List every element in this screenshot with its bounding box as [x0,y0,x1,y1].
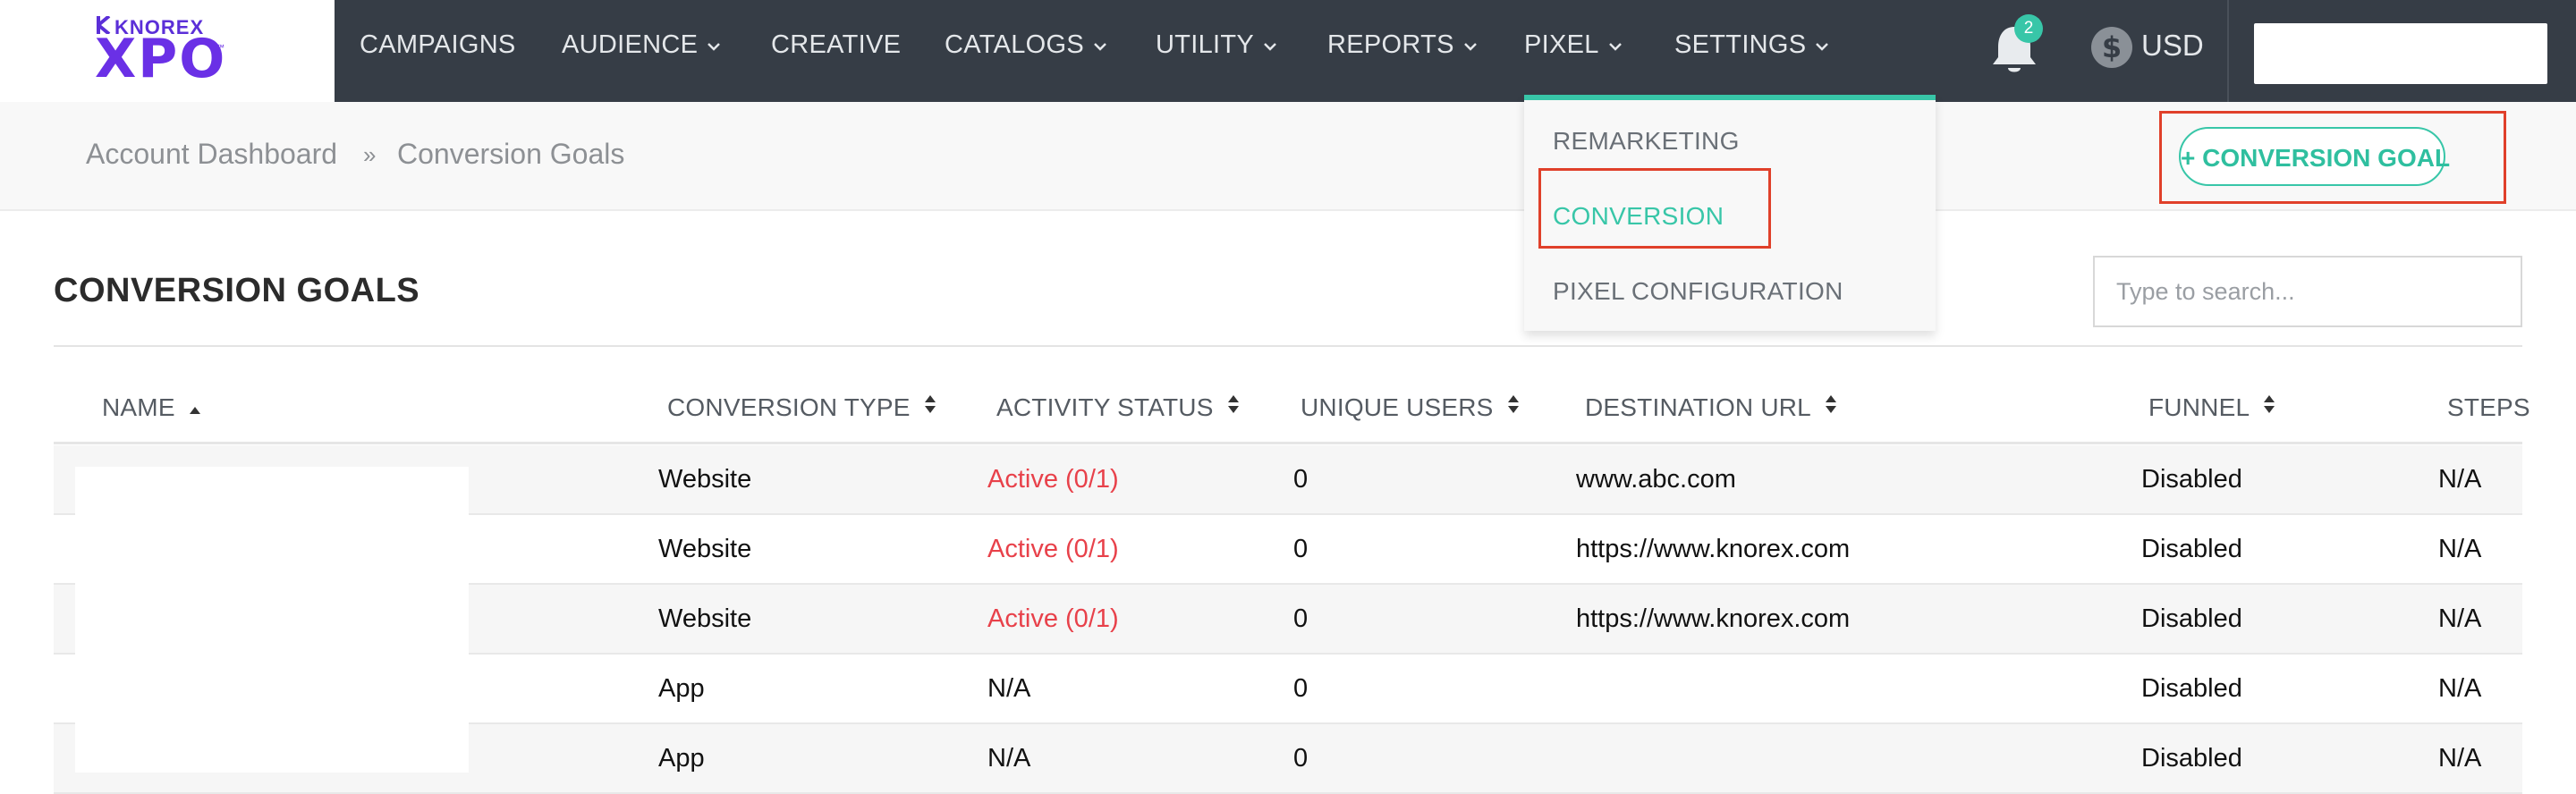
nav-catalogs[interactable]: CATALOGS [945,0,1107,102]
column-header-conversion-type[interactable]: CONVERSION TYPE [667,393,937,424]
title-divider [54,345,2522,347]
chevron-down-icon [1093,0,1107,88]
cell-funnel: Disabled [2141,535,2242,563]
menu-item-pixel-configuration[interactable]: PIXEL CONFIGURATION [1553,277,1843,306]
table-header-divider [54,442,2522,444]
nav-campaigns[interactable]: CAMPAIGNS [360,0,516,102]
nav-label: PIXEL [1524,30,1599,59]
nav-label: AUDIENCE [562,30,699,59]
cell-activity-status: Active (0/1) [987,535,1119,563]
cell-activity-status: N/A [987,674,1031,703]
chevron-down-icon [1815,0,1829,88]
nav-label: REPORTS [1327,30,1454,59]
nav-audience[interactable]: AUDIENCE [562,0,721,102]
logo-tm: ™ [216,43,225,52]
column-header-label: DESTINATION URL [1585,393,1811,421]
chevron-down-icon [1463,0,1478,88]
cell-destination-url: https://www.knorex.com [1576,535,1851,563]
nav-pixel[interactable]: PIXEL [1524,0,1623,102]
account-selector[interactable] [2254,23,2547,84]
chevron-down-icon [1608,0,1623,88]
cell-steps: N/A [2438,604,2482,633]
cell-destination-url: https://www.knorex.com [1576,604,1851,633]
cell-unique-users: 0 [1293,604,1309,633]
nav-label: CATALOGS [945,30,1085,59]
column-header-destination-url[interactable]: DESTINATION URL [1585,393,1838,424]
sort-icon [1226,393,1241,422]
search-input[interactable] [2093,256,2522,327]
cell-activity-status: Active (0/1) [987,604,1119,633]
nav-utility[interactable]: UTILITY [1156,0,1277,102]
nav-settings[interactable]: SETTINGS [1674,0,1829,102]
topbar-divider [2227,0,2229,102]
dollar-coin-icon: $ [2091,27,2132,68]
nav-label: CREATIVE [771,30,902,59]
cell-conversion-type: App [658,744,705,773]
cell-activity-status: N/A [987,744,1031,773]
sort-ascending-icon [188,393,202,422]
cell-unique-users: 0 [1293,674,1309,703]
logo-product: XPO [95,28,227,90]
column-header-funnel[interactable]: FUNNEL [2148,393,2276,424]
cell-conversion-type: Website [658,604,752,633]
column-header-label: STEPS [2447,393,2530,421]
cell-conversion-type: Website [658,535,752,563]
column-header-activity-status[interactable]: ACTIVITY STATUS [996,393,1241,424]
cell-activity-status: Active (0/1) [987,465,1119,494]
chevron-down-icon [1263,0,1277,88]
column-header-label: ACTIVITY STATUS [996,393,1214,421]
breadcrumb-conversion-goals: Conversion Goals [397,138,625,170]
cell-funnel: Disabled [2141,604,2242,633]
column-header-unique-users[interactable]: UNIQUE USERS [1301,393,1521,424]
menu-item-conversion[interactable]: CONVERSION [1553,202,1724,231]
column-header-label: FUNNEL [2148,393,2250,421]
cell-unique-users: 0 [1293,744,1309,773]
notification-count-badge: 2 [2014,14,2043,43]
currency-label: USD [2141,29,2204,62]
column-header-label: UNIQUE USERS [1301,393,1494,421]
cell-conversion-type: Website [658,465,752,494]
sort-icon [2262,393,2276,422]
redacted-name-column [75,467,469,773]
cell-unique-users: 0 [1293,535,1309,563]
menu-item-remarketing[interactable]: REMARKETING [1553,127,1740,156]
cell-funnel: Disabled [2141,744,2242,773]
column-header-label: CONVERSION TYPE [667,393,911,421]
breadcrumb-account-dashboard[interactable]: Account Dashboard [86,138,337,171]
nav-label: UTILITY [1156,30,1255,59]
cell-conversion-type: App [658,674,705,703]
breadcrumb-separator: » [363,141,377,168]
nav-label: SETTINGS [1674,30,1807,59]
sort-icon [1824,393,1838,422]
nav-creative[interactable]: CREATIVE [771,0,901,102]
cell-unique-users: 0 [1293,465,1309,494]
pixel-dropdown-menu: REMARKETING CONVERSION PIXEL CONFIGURATI… [1524,95,1936,331]
column-header-steps[interactable]: STEPS [2447,393,2530,422]
column-header-label: NAME [102,393,175,421]
cell-funnel: Disabled [2141,674,2242,703]
nav-label: CAMPAIGNS [360,30,516,59]
nav-reports[interactable]: REPORTS [1327,0,1478,102]
cell-steps: N/A [2438,744,2482,773]
logo[interactable]: KNOREX XPO ™ [0,0,335,102]
column-header-name[interactable]: NAME [102,393,202,424]
add-conversion-goal-button[interactable]: + CONVERSION GOAL [2179,127,2450,186]
page-title: CONVERSION GOALS [54,272,420,309]
cell-steps: N/A [2438,535,2482,563]
sort-icon [923,393,937,422]
cell-steps: N/A [2438,465,2482,494]
top-nav-bar: KNOREX XPO ™ CAMPAIGNS AUDIENCE CREATIVE… [0,0,2576,102]
sort-icon [1506,393,1521,422]
cell-destination-url: www.abc.com [1576,465,1736,494]
chevron-down-icon [707,0,721,88]
cell-steps: N/A [2438,674,2482,703]
cell-funnel: Disabled [2141,465,2242,494]
